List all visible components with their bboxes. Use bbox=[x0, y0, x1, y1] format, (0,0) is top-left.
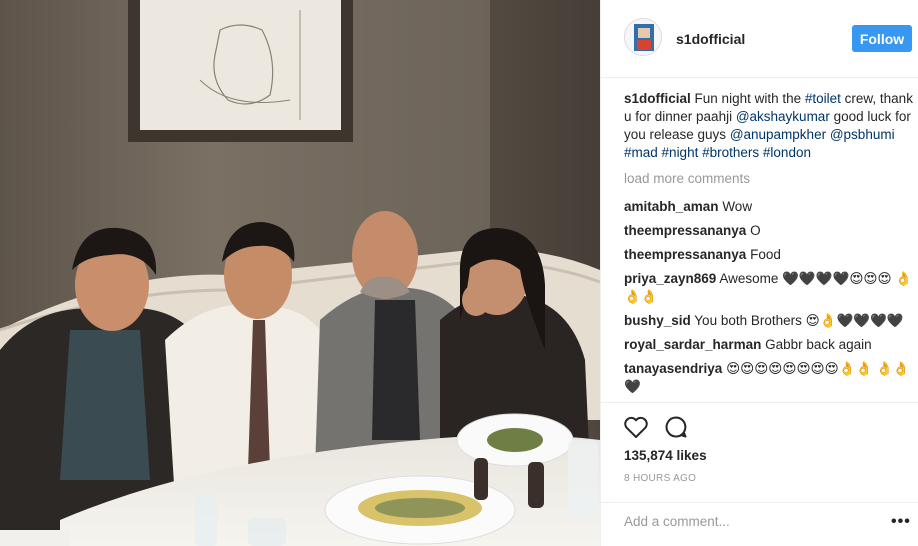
glass bbox=[248, 518, 286, 546]
mention-psbhumi[interactable]: @psbhumi bbox=[830, 127, 895, 142]
hashtag-night[interactable]: #night bbox=[662, 145, 699, 160]
post-caption: s1dofficial Fun night with the #toilet c… bbox=[624, 90, 914, 162]
post-timestamp[interactable]: 8 HOURS AGO bbox=[624, 473, 696, 484]
comment-text: O bbox=[750, 223, 761, 238]
add-comment-input[interactable]: Add a comment... bbox=[624, 514, 730, 529]
comment-username[interactable]: priya_zayn869 bbox=[624, 271, 716, 286]
napkin bbox=[0, 530, 70, 546]
comment: priya_zayn869 Awesome 🖤🖤🖤🖤😍😍😍 👌👌👌 bbox=[624, 270, 914, 306]
comment-text: Wow bbox=[722, 199, 753, 214]
comment-text: Gabbr back again bbox=[765, 337, 872, 352]
mention-akshaykumar[interactable]: @akshaykumar bbox=[736, 109, 830, 124]
mention-anupampkher[interactable]: @anupampkher bbox=[730, 127, 826, 142]
pepper-mill bbox=[474, 458, 488, 500]
comment-username[interactable]: royal_sardar_harman bbox=[624, 337, 761, 352]
post-actions: 135,874 likes 8 HOURS AGO bbox=[601, 402, 918, 502]
comment: theempressananya O bbox=[624, 222, 914, 240]
comment-username[interactable]: bushy_sid bbox=[624, 313, 691, 328]
caption-text: Fun night with the bbox=[694, 91, 805, 106]
dinner-group-photo bbox=[0, 0, 600, 546]
like-count[interactable]: 135,874 likes bbox=[624, 448, 707, 463]
post-details-panel: s1dofficial Follow s1dofficial Fun night… bbox=[600, 0, 918, 546]
comment-username[interactable]: theempressananya bbox=[624, 223, 746, 238]
comment: bushy_sid You both Brothers 😍👌🖤🖤🖤🖤 bbox=[624, 312, 914, 330]
more-options-icon[interactable]: ••• bbox=[891, 513, 911, 531]
glass bbox=[195, 495, 217, 546]
comment-bubble-icon[interactable] bbox=[664, 415, 688, 439]
comment: theempressananya Food bbox=[624, 246, 914, 264]
comment-text: You both Brothers 😍👌🖤🖤🖤🖤 bbox=[694, 313, 904, 328]
framed-artwork bbox=[128, 0, 353, 142]
plate-right bbox=[456, 413, 574, 467]
comment-username[interactable]: theempressananya bbox=[624, 247, 746, 262]
profile-avatar-icon bbox=[625, 19, 661, 55]
avatar[interactable] bbox=[624, 18, 662, 56]
hashtag-toilet[interactable]: #toilet bbox=[805, 91, 841, 106]
salt-mill bbox=[528, 462, 544, 508]
heart-icon[interactable] bbox=[623, 415, 649, 439]
hashtag-mad[interactable]: #mad bbox=[624, 145, 658, 160]
comment: tanayasendriya 😍😍😍😍😍😍😍😍👌👌 👌👌🖤 bbox=[624, 360, 914, 396]
comment-username[interactable]: tanayasendriya bbox=[624, 361, 722, 376]
caption-username[interactable]: s1dofficial bbox=[624, 91, 691, 106]
add-comment-bar: Add a comment... ••• bbox=[601, 502, 918, 546]
follow-button[interactable]: Follow bbox=[852, 25, 912, 52]
comments-list[interactable]: s1dofficial Fun night with the #toilet c… bbox=[624, 90, 914, 402]
post-header: s1dofficial Follow bbox=[601, 0, 918, 78]
comment: amitabh_aman Wow bbox=[624, 198, 914, 216]
comment-username[interactable]: amitabh_aman bbox=[624, 199, 719, 214]
glass bbox=[568, 440, 598, 520]
load-more-comments-link[interactable]: load more comments bbox=[624, 170, 914, 188]
post-photo[interactable] bbox=[0, 0, 600, 546]
comment-text: Food bbox=[750, 247, 781, 262]
post-username[interactable]: s1dofficial bbox=[676, 31, 745, 47]
comment: royal_sardar_harman Gabbr back again bbox=[624, 336, 914, 354]
hashtag-london[interactable]: #london bbox=[763, 145, 811, 160]
hashtag-brothers[interactable]: #brothers bbox=[702, 145, 759, 160]
